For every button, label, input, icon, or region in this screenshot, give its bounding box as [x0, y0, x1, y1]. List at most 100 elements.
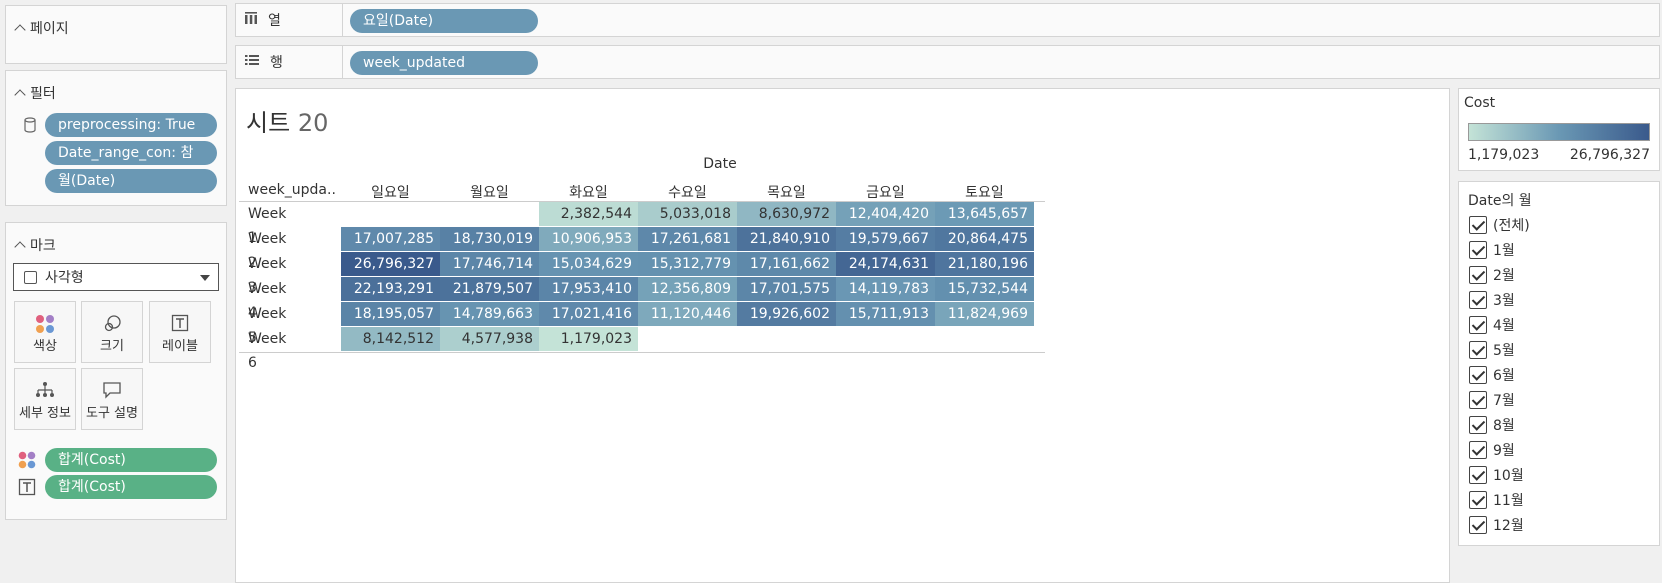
row-header[interactable]: Week 4	[239, 277, 286, 321]
heatmap-cell[interactable]: 18,730,019	[440, 227, 539, 251]
detail-button[interactable]: 세부 정보	[14, 368, 76, 430]
heatmap-cell[interactable]: 10,906,953	[539, 227, 638, 251]
collapse-caret-icon[interactable]	[14, 24, 26, 36]
checkbox-checked-icon[interactable]	[1469, 366, 1487, 384]
column-header[interactable]: 목요일	[737, 182, 836, 202]
heatmap-cell[interactable]: 17,261,681	[638, 227, 737, 251]
month-filter-item[interactable]: 10월	[1469, 464, 1524, 486]
row-header[interactable]: Week 2	[239, 227, 286, 271]
heatmap-cell[interactable]: 5,033,018	[638, 202, 737, 226]
heatmap-cell[interactable]: 2,382,544	[539, 202, 638, 226]
heatmap-cell[interactable]: 17,953,410	[539, 277, 638, 301]
heatmap-cell[interactable]: 13,645,657	[935, 202, 1034, 226]
checkbox-checked-icon[interactable]	[1469, 216, 1487, 234]
heatmap-cell[interactable]: 15,732,544	[935, 277, 1034, 301]
heatmap-cell[interactable]: 20,864,475	[935, 227, 1034, 251]
month-filter-item[interactable]: 5월	[1469, 339, 1515, 361]
heatmap-cell[interactable]: 17,701,575	[737, 277, 836, 301]
checkbox-checked-icon[interactable]	[1469, 266, 1487, 284]
checkbox-checked-icon[interactable]	[1469, 316, 1487, 334]
pages-header[interactable]: 페이지	[14, 18, 69, 38]
label-button[interactable]: 레이블	[149, 301, 211, 363]
columns-shelf[interactable]: 열 요일(Date)	[235, 3, 1660, 37]
heatmap-cell[interactable]: 12,356,809	[638, 277, 737, 301]
column-header[interactable]: 수요일	[638, 182, 737, 202]
color-button[interactable]: 색상	[14, 301, 76, 363]
month-filter-item[interactable]: 7월	[1469, 389, 1515, 411]
heatmap-cell[interactable]: 21,180,196	[935, 252, 1034, 276]
collapse-caret-icon[interactable]	[14, 89, 26, 101]
heatmap-cell[interactable]: 8,142,512	[341, 327, 440, 351]
heatmap-cell[interactable]: 11,120,446	[638, 302, 737, 326]
marks-label-field-pill[interactable]: 합계(Cost)	[45, 475, 217, 499]
filter-pill-preprocessing[interactable]: preprocessing: True	[45, 113, 217, 137]
column-header[interactable]: 토요일	[935, 182, 1034, 202]
heatmap-cell[interactable]: 17,007,285	[341, 227, 440, 251]
heatmap-cell[interactable]: 17,161,662	[737, 252, 836, 276]
mark-type-select[interactable]: 사각형	[13, 263, 219, 291]
row-header[interactable]: Week 6	[239, 327, 286, 371]
month-filter-item[interactable]: (전체)	[1469, 214, 1530, 236]
rows-pill-week[interactable]: week_updated	[350, 51, 538, 75]
heatmap-cell[interactable]: 21,879,507	[440, 277, 539, 301]
heatmap-cell[interactable]: 26,796,327	[341, 252, 440, 276]
month-filter-item[interactable]: 1월	[1469, 239, 1515, 261]
cost-color-legend[interactable]: Cost 1,179,023 26,796,327	[1458, 88, 1660, 171]
month-filter-item[interactable]: 4월	[1469, 314, 1515, 336]
heatmap-cell[interactable]: 15,312,779	[638, 252, 737, 276]
heatmap-cell[interactable]: 11,824,969	[935, 302, 1034, 326]
month-filter-item[interactable]: 6월	[1469, 364, 1515, 386]
size-button[interactable]: 크기	[81, 301, 143, 363]
heatmap-cell[interactable]: 14,119,783	[836, 277, 935, 301]
heatmap-cell[interactable]: 17,746,714	[440, 252, 539, 276]
heatmap-cell[interactable]: 17,021,416	[539, 302, 638, 326]
marks-header[interactable]: 마크	[14, 235, 56, 255]
week-field-header[interactable]: week_upda..	[248, 182, 336, 198]
columns-pill-weekday[interactable]: 요일(Date)	[350, 9, 538, 33]
row-header[interactable]: Week 1	[239, 202, 286, 246]
checkbox-checked-icon[interactable]	[1469, 291, 1487, 309]
filter-pill-date-range[interactable]: Date_range_con: 참	[45, 141, 217, 165]
month-filter-item[interactable]: 9월	[1469, 439, 1515, 461]
heatmap-cell[interactable]: 19,579,667	[836, 227, 935, 251]
heatmap-cell[interactable]: 15,034,629	[539, 252, 638, 276]
heatmap-cell[interactable]: 4,577,938	[440, 327, 539, 351]
checkbox-checked-icon[interactable]	[1469, 516, 1487, 534]
rows-shelf[interactable]: 행 week_updated	[235, 45, 1660, 79]
column-header[interactable]: 월요일	[440, 182, 539, 202]
month-filter-card: Date의 월 (전체) 1월 2월 3월 4월 5월 6월 7월 8월 9월 10월 11월 12월	[1458, 181, 1660, 546]
month-filter-item[interactable]: 8월	[1469, 414, 1515, 436]
heatmap-cell[interactable]: 22,193,291	[341, 277, 440, 301]
heatmap-cell[interactable]: 24,174,631	[836, 252, 935, 276]
heatmap-cell[interactable]: 12,404,420	[836, 202, 935, 226]
checkbox-checked-icon[interactable]	[1469, 341, 1487, 359]
heatmap-cell[interactable]: 14,789,663	[440, 302, 539, 326]
tooltip-button[interactable]: 도구 설명	[81, 368, 143, 430]
column-header[interactable]: 금요일	[836, 182, 935, 202]
heatmap-cell[interactable]: 15,711,913	[836, 302, 935, 326]
checkbox-checked-icon[interactable]	[1469, 466, 1487, 484]
month-filter-item[interactable]: 11월	[1469, 489, 1524, 511]
row-header[interactable]: Week 3	[239, 252, 286, 296]
heatmap-cell[interactable]: 8,630,972	[737, 202, 836, 226]
checkbox-checked-icon[interactable]	[1469, 491, 1487, 509]
collapse-caret-icon[interactable]	[14, 241, 26, 253]
sheet-title[interactable]: 시트 20	[246, 103, 328, 138]
checkbox-checked-icon[interactable]	[1469, 416, 1487, 434]
column-header[interactable]: 화요일	[539, 182, 638, 202]
checkbox-checked-icon[interactable]	[1469, 241, 1487, 259]
filters-header[interactable]: 필터	[14, 83, 56, 103]
heatmap-cell[interactable]: 1,179,023	[539, 327, 638, 351]
heatmap-cell[interactable]: 21,840,910	[737, 227, 836, 251]
checkbox-checked-icon[interactable]	[1469, 441, 1487, 459]
month-filter-item[interactable]: 12월	[1469, 514, 1524, 536]
row-header[interactable]: Week 5	[239, 302, 286, 346]
checkbox-checked-icon[interactable]	[1469, 391, 1487, 409]
marks-color-field-pill[interactable]: 합계(Cost)	[45, 448, 217, 472]
heatmap-cell[interactable]: 18,195,057	[341, 302, 440, 326]
heatmap-cell[interactable]: 19,926,602	[737, 302, 836, 326]
filter-pill-month[interactable]: 월(Date)	[45, 169, 217, 193]
month-filter-item[interactable]: 3월	[1469, 289, 1515, 311]
month-filter-item[interactable]: 2월	[1469, 264, 1515, 286]
column-header[interactable]: 일요일	[341, 182, 440, 202]
